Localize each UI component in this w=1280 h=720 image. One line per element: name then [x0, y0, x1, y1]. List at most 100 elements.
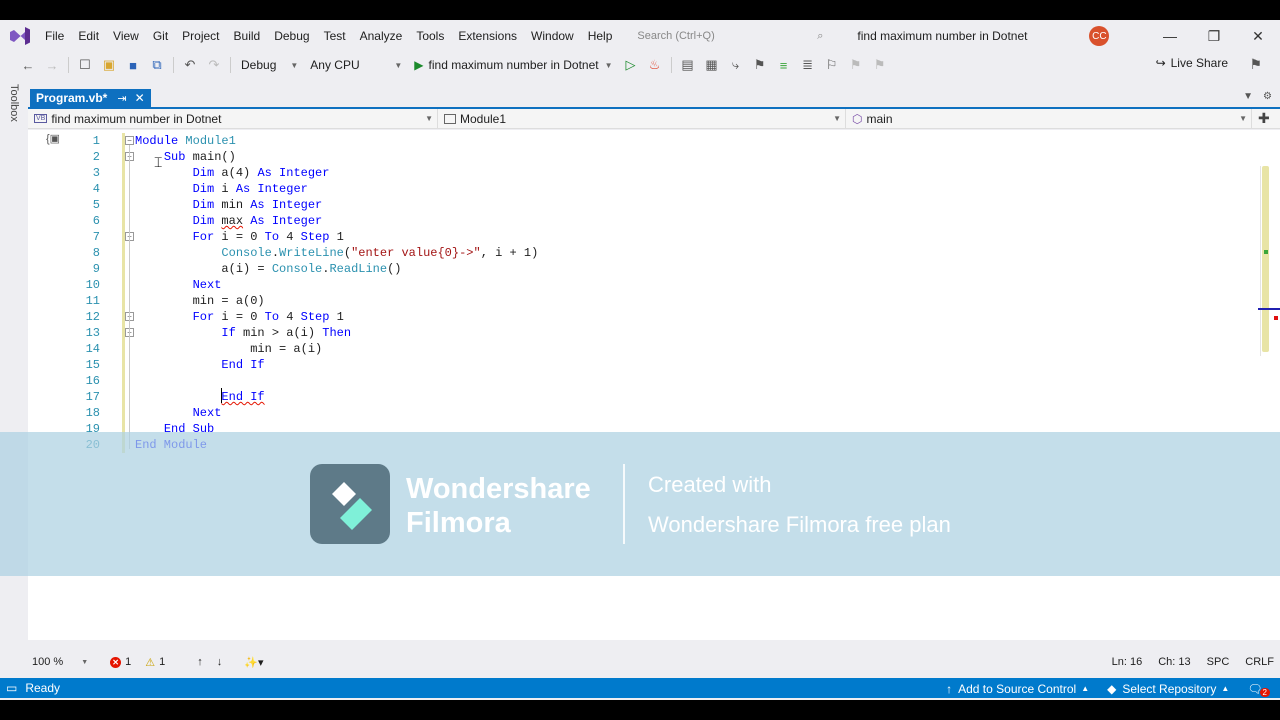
- undo-icon[interactable]: ↶: [180, 55, 200, 75]
- code-line[interactable]: If min > a(i) Then: [135, 325, 351, 341]
- code-line[interactable]: End If: [135, 357, 264, 373]
- settings-gear-icon[interactable]: ⚙: [1263, 91, 1272, 102]
- notifications-button[interactable]: 🗨 2: [1247, 680, 1270, 697]
- error-count[interactable]: ✕ 1: [110, 656, 131, 668]
- avatar[interactable]: CC: [1089, 26, 1110, 46]
- close-icon[interactable]: ✕: [1236, 20, 1280, 52]
- redo-icon[interactable]: ↷: [204, 55, 224, 75]
- save-icon[interactable]: ■: [123, 55, 143, 75]
- menu-item-help[interactable]: Help: [581, 29, 620, 43]
- code-line[interactable]: Dim i As Integer: [135, 181, 308, 197]
- menu-item-tools[interactable]: Tools: [409, 29, 451, 43]
- column-number[interactable]: Ch: 13: [1158, 656, 1190, 668]
- code-line[interactable]: a(i) = Console.ReadLine(): [135, 261, 401, 277]
- minimize-icon[interactable]: —: [1148, 20, 1192, 52]
- code-line[interactable]: Console.WriteLine("enter value{0}->", i …: [135, 245, 538, 261]
- line-number: 10: [85, 278, 100, 292]
- code-line[interactable]: Next: [135, 405, 222, 421]
- menu-item-window[interactable]: Window: [524, 29, 581, 43]
- code-line[interactable]: Next: [135, 277, 222, 293]
- code-line[interactable]: min = a(0): [135, 293, 265, 309]
- new-project-icon[interactable]: ☐: [75, 55, 95, 75]
- feedback-icon[interactable]: ⚑: [1249, 56, 1262, 73]
- uncomment-icon[interactable]: ≣: [798, 55, 818, 75]
- scroll-thumb[interactable]: [1262, 166, 1269, 352]
- next-issue-icon[interactable]: ↓: [217, 656, 223, 668]
- output-icon[interactable]: ▭: [6, 681, 17, 695]
- text-caret: [221, 388, 222, 403]
- code-line[interactable]: Dim a(4) As Integer: [135, 165, 330, 181]
- previous-issue-icon[interactable]: ↑: [197, 656, 203, 668]
- code-line[interactable]: Dim max As Integer: [135, 213, 323, 229]
- live-share-button[interactable]: ↪ Live Share: [1156, 56, 1228, 70]
- type-dropdown[interactable]: Module1 ▼: [438, 108, 846, 129]
- add-to-source-control-button[interactable]: ↑ Add to Source Control ▲: [946, 682, 1089, 696]
- menu-item-debug[interactable]: Debug: [267, 29, 316, 43]
- line-number: 14: [85, 342, 100, 356]
- open-folder-icon[interactable]: ▣: [99, 55, 119, 75]
- editor-status-bar: 100 % ▼ ✕ 1 ⚠ 1 ↑ ↓ ✨▾ Ln: 16 Ch: 13 SPC…: [28, 653, 1280, 671]
- menu-item-extensions[interactable]: Extensions: [451, 29, 524, 43]
- restore-icon[interactable]: ❐: [1192, 20, 1236, 52]
- filmora-diamond-icon: [332, 482, 372, 530]
- member-dropdown[interactable]: ⬡ main ▼: [846, 108, 1252, 129]
- whitespace-mode[interactable]: SPC: [1207, 656, 1230, 668]
- zoom-dropdown[interactable]: 100 % ▼: [32, 656, 88, 668]
- code-line[interactable]: Module Module1: [135, 133, 236, 149]
- vertical-scrollbar[interactable]: [1260, 166, 1270, 356]
- menu-item-analyze[interactable]: Analyze: [353, 29, 410, 43]
- select-repository-button[interactable]: ◆ Select Repository ▲: [1107, 682, 1229, 696]
- code-token: As Integer: [250, 198, 323, 212]
- code-line[interactable]: Dim min As Integer: [135, 197, 323, 213]
- code-line[interactable]: Sub main(): [135, 149, 236, 165]
- search-input[interactable]: Search (Ctrl+Q) ⌕: [631, 25, 829, 47]
- pin-icon[interactable]: ⇥: [117, 92, 126, 105]
- start-debugging-button[interactable]: ▶ find maximum number in Dotnet ▼: [408, 58, 618, 72]
- menu-item-file[interactable]: File: [38, 29, 71, 43]
- comment-icon[interactable]: ≡: [774, 55, 794, 75]
- solution-explorer-icon[interactable]: ▤: [678, 55, 698, 75]
- chevron-down-icon: ▼: [290, 60, 299, 70]
- start-without-debugging-icon[interactable]: ▷: [621, 55, 641, 75]
- menu-item-edit[interactable]: Edit: [71, 29, 106, 43]
- step-icon[interactable]: ⤷: [726, 55, 746, 75]
- code-line[interactable]: min = a(i): [135, 341, 322, 357]
- save-all-icon[interactable]: ⧉: [147, 55, 167, 75]
- configuration-dropdown[interactable]: Debug ▼: [235, 58, 304, 72]
- hot-reload-icon[interactable]: ♨: [645, 55, 665, 75]
- code-line[interactable]: End If: [135, 389, 264, 405]
- filmora-brand: Wondershare Filmora: [406, 472, 591, 540]
- code-cleanup-icon[interactable]: ✨▾: [244, 656, 263, 669]
- line-number[interactable]: Ln: 16: [1112, 656, 1143, 668]
- code-token: ReadLine: [329, 262, 388, 276]
- toolbox-label: Toolbox: [8, 84, 20, 122]
- bookmark-icon[interactable]: ⚑: [750, 55, 770, 75]
- navigate-forward-icon[interactable]: →: [42, 55, 62, 75]
- code-token: To: [264, 310, 287, 324]
- status-bar: ▭ Ready ↑ Add to Source Control ▲ ◆ Sele…: [0, 678, 1280, 698]
- bookmark-toggle-icon[interactable]: ⚐: [822, 55, 842, 75]
- split-editor-icon[interactable]: ✚: [1258, 110, 1270, 127]
- bookmark-next-icon[interactable]: ⚑: [870, 55, 890, 75]
- menu-item-git[interactable]: Git: [146, 29, 175, 43]
- warning-count[interactable]: ⚠ 1: [145, 656, 165, 669]
- navigate-back-icon[interactable]: ←: [18, 55, 38, 75]
- platform-dropdown[interactable]: Any CPU ▼: [304, 58, 408, 72]
- close-tab-icon[interactable]: ✕: [135, 91, 145, 105]
- browse-icon[interactable]: ▦: [702, 55, 722, 75]
- bookmark-prev-icon[interactable]: ⚑: [846, 55, 866, 75]
- project-dropdown[interactable]: VB find maximum number in Dotnet ▼: [28, 108, 438, 129]
- menu-item-build[interactable]: Build: [227, 29, 268, 43]
- line-endings[interactable]: CRLF: [1245, 656, 1274, 668]
- warning-icon: ⚠: [145, 656, 156, 669]
- tab-list-dropdown-icon[interactable]: ▼: [1243, 91, 1253, 102]
- tab-program-vb[interactable]: Program.vb* ⇥ ✕: [30, 89, 151, 107]
- code-line[interactable]: For i = 0 To 4 Step 1: [135, 229, 344, 245]
- line-number: 17: [85, 390, 100, 404]
- menu-item-view[interactable]: View: [106, 29, 146, 43]
- code-line[interactable]: For i = 0 To 4 Step 1: [135, 309, 344, 325]
- menu-item-project[interactable]: Project: [175, 29, 226, 43]
- menu-item-test[interactable]: Test: [317, 29, 353, 43]
- fold-toggle-icon[interactable]: −: [125, 136, 134, 145]
